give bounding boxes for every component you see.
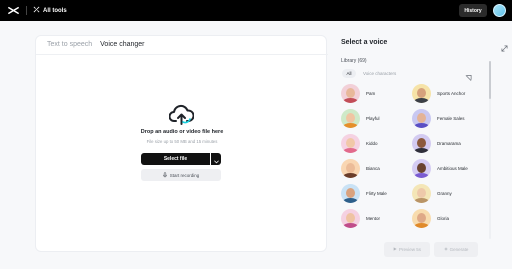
voice-avatar [341,84,360,103]
voice-avatar [341,209,360,228]
voice-name: Bianca [366,166,380,171]
drop-subtitle: File size up to 50 MB and 15 minutes [146,139,218,144]
tab-voice-changer[interactable]: Voice changer [100,41,145,55]
voice-name: Granny [437,191,452,196]
voice-avatar [412,159,431,178]
play-icon [393,247,397,252]
select-voice-title: Select a voice [341,39,388,46]
preview-label: Preview 5s [398,247,421,252]
voice-item[interactable]: Sports Anchor [412,84,465,103]
voice-item[interactable]: Ambitious Male [412,159,468,178]
voice-avatar [341,159,360,178]
voice-name: Pam [366,91,376,96]
mode-tabs: Text to speech Voice changer [47,41,145,55]
tab-divider [36,54,328,55]
select-file-button[interactable]: Select file [141,153,210,165]
voice-avatar [341,109,360,128]
voice-list-scroll-thumb[interactable] [489,61,491,99]
chevron-down-icon [213,152,219,167]
voice-item[interactable]: Bianca [341,159,380,178]
voice-name: Dramarama [437,141,461,146]
all-tools-label: All tools [43,7,67,14]
voice-item[interactable]: Flirty Male [341,184,387,203]
capcut-logo-icon[interactable] [7,4,20,17]
voice-item[interactable]: Kiddo [341,134,378,153]
preview-button[interactable]: Preview 5s [384,242,430,257]
voice-name: Sports Anchor [437,91,466,96]
voice-avatar [341,134,360,153]
voice-avatar [412,209,431,228]
start-recording-button[interactable]: Start recording [141,169,221,181]
filter-voice-characters-chip[interactable]: Voice characters [363,69,396,78]
all-tools-link[interactable]: All tools [33,5,67,16]
filter-all-chip[interactable]: All [342,69,356,78]
voice-changer-card: Text to speech Voice changer Drop an aud… [35,35,328,252]
voice-avatar [412,109,431,128]
generate-label: Generate [449,247,469,252]
voice-name: Female Sales [437,116,465,121]
voice-selection-panel: Select a voice Library (69) All Voice ch… [341,21,491,269]
voice-avatar [412,134,431,153]
voice-avatar [412,184,431,203]
voice-name: Flirty Male [366,191,387,196]
drop-title: Drop an audio or video file here [140,129,224,135]
start-recording-label: Start recording [169,172,200,178]
collapse-panel-icon[interactable] [501,39,508,52]
voice-name: Gloria [437,216,450,221]
voice-name: Kiddo [366,141,378,146]
main-area: Text to speech Voice changer Drop an aud… [0,21,512,269]
microphone-icon [162,171,167,179]
generate-button[interactable]: Generate [434,242,478,257]
voice-name: Playful [366,116,380,121]
voice-item[interactable]: Mentor [341,209,380,228]
select-file-dropdown[interactable] [211,153,221,165]
voice-item[interactable]: Playful [341,109,380,128]
cloud-upload-icon [168,104,195,126]
top-bar: All tools History [0,0,512,21]
sparkle-icon [443,247,448,252]
voice-item[interactable]: Pam [341,84,375,103]
tools-icon [33,6,40,15]
tab-text-to-speech[interactable]: Text to speech [47,41,92,55]
topbar-divider [26,6,27,15]
library-label: Library (69) [341,58,367,64]
history-button[interactable]: History [459,4,487,17]
voice-name: Mentor [366,216,381,221]
voice-name: Ambitious Male [437,166,468,171]
voice-item[interactable]: Dramarama [412,134,461,153]
voice-avatar [412,84,431,103]
voice-item[interactable]: Granny [412,184,452,203]
filter-icon[interactable] [465,69,472,81]
voice-item[interactable]: Gloria [412,209,449,228]
voice-item[interactable]: Female Sales [412,109,465,128]
voice-avatar [341,184,360,203]
user-avatar[interactable] [493,4,506,17]
